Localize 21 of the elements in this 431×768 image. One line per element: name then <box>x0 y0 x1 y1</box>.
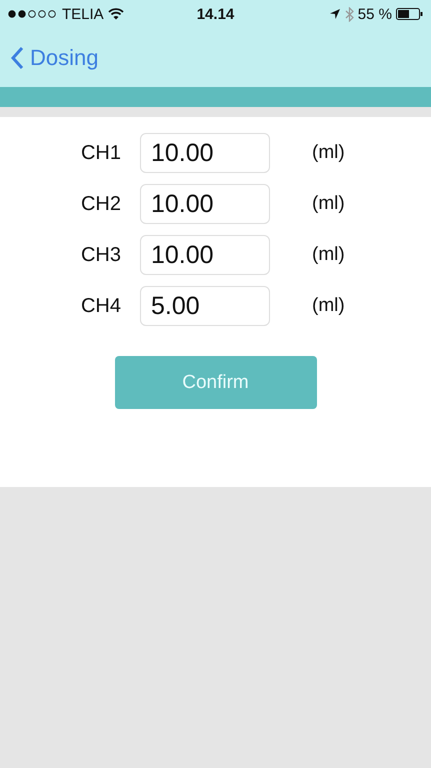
carrier-name: TELIA <box>62 6 104 22</box>
wifi-icon <box>108 8 124 20</box>
amount-input[interactable]: 10.00 <box>140 133 270 173</box>
amount-input[interactable]: 5.00 <box>140 286 270 326</box>
chevron-left-icon <box>10 46 24 70</box>
bluetooth-icon <box>344 6 354 22</box>
signal-icon <box>8 10 58 18</box>
channel-label: CH1 <box>80 142 121 164</box>
battery-icon <box>396 8 423 20</box>
channel-label: CH2 <box>80 192 121 216</box>
unit-label: (ml) <box>312 142 346 164</box>
channel-label: CH3 <box>80 244 121 266</box>
battery-percent: 55 % <box>358 6 392 22</box>
channel-label: CH4 <box>80 294 121 318</box>
amount-input[interactable]: 10.00 <box>140 184 270 224</box>
unit-label: (ml) <box>312 295 346 317</box>
unit-label: (ml) <box>312 193 346 215</box>
clock-time: 14.14 <box>196 6 234 22</box>
unit-label: (ml) <box>312 244 346 266</box>
location-arrow-icon <box>328 8 341 20</box>
amount-input[interactable]: 10.00 <box>140 235 270 275</box>
